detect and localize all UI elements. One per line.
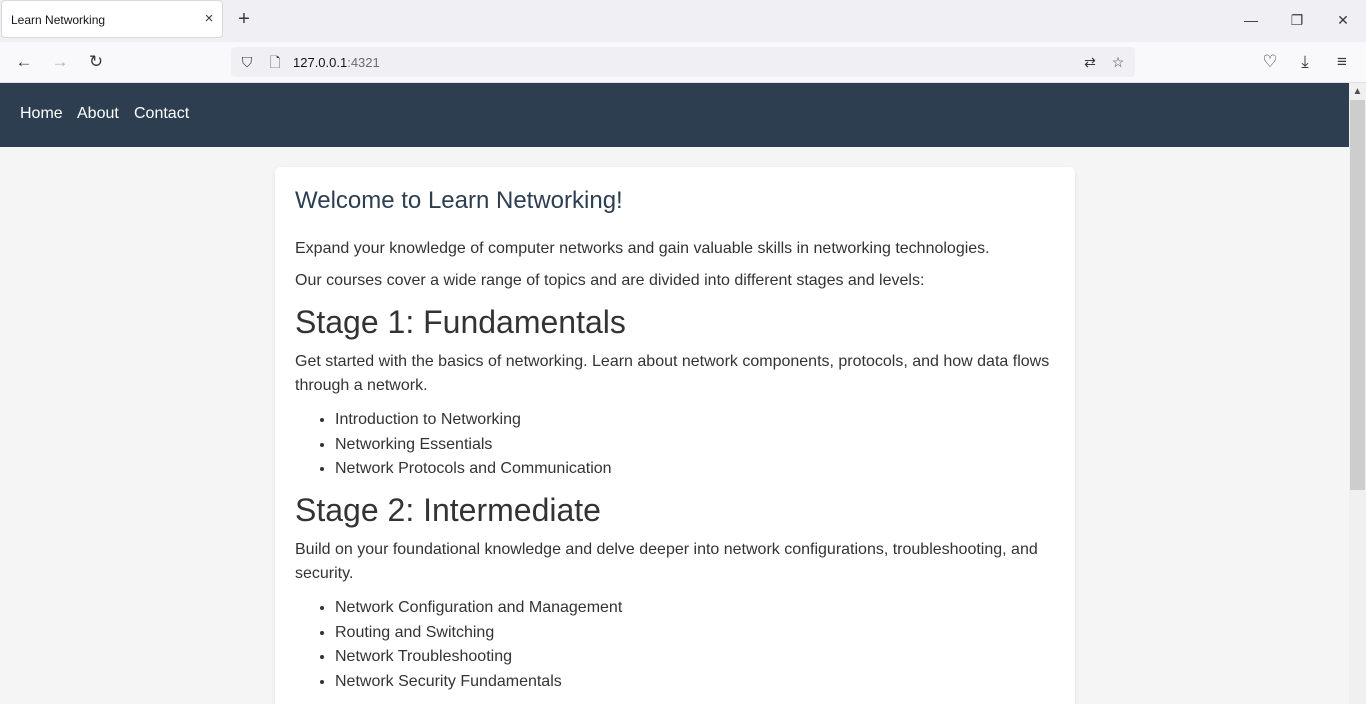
browser-toolbar: ← → ↻ ⛉ 🗋 127.0.0.1:4321 ⇄ ☆ ♡ ⤓ ≡ [0,42,1366,83]
list-item: Network Troubleshooting [335,645,622,670]
scrollbar-thumb[interactable] [1350,100,1365,490]
window-close-icon[interactable]: ✕ [1331,10,1355,30]
list-item: Routing and Switching [335,621,622,646]
url-port: :4321 [347,55,380,70]
stage-2-description: Build on your foundational knowledge and… [295,541,1038,582]
bookmark-star-icon[interactable]: ☆ [1108,52,1128,72]
reload-icon[interactable]: ↻ [84,51,108,73]
browser-tab-strip: Learn Networking × + — ❐ ✕ [0,0,1366,42]
page-scrollbar[interactable]: ▲ [1349,83,1366,704]
forward-icon[interactable]: → [48,51,72,73]
stage-1-course-list: Introduction to Networking Networking Es… [315,408,612,482]
url-bar[interactable]: ⛉ 🗋 127.0.0.1:4321 ⇄ ☆ [231,47,1135,77]
nav-link-home[interactable]: Home [20,105,63,123]
site-navigation: Home About Contact [0,83,1349,147]
pocket-icon[interactable]: ♡ [1258,51,1282,73]
translate-icon[interactable]: ⇄ [1080,52,1100,72]
page-heading: Welcome to Learn Networking! [295,187,623,214]
stage-2-heading: Stage 2: Intermediate [295,492,601,528]
tab-title: Learn Networking [11,13,106,27]
stage-2-course-list: Network Configuration and Management Rou… [315,596,622,694]
intro-paragraph-2: Our courses cover a wide range of topics… [295,272,925,289]
web-page: Home About Contact Welcome to Learn Netw… [0,83,1349,704]
close-tab-icon[interactable]: × [200,10,218,28]
page-info-icon[interactable]: 🗋 [265,52,285,72]
nav-link-contact[interactable]: Contact [134,105,189,123]
scroll-up-arrow-icon[interactable]: ▲ [1349,83,1366,100]
nav-link-about[interactable]: About [77,105,119,123]
new-tab-icon[interactable]: + [233,9,255,31]
list-item: Introduction to Networking [335,408,612,433]
list-item: Networking Essentials [335,433,612,458]
shield-icon[interactable]: ⛉ [237,52,257,72]
url-text[interactable]: 127.0.0.1:4321 [293,55,380,70]
list-item: Network Protocols and Communication [335,457,612,482]
intro-paragraph-1: Expand your knowledge of computer networ… [295,240,990,257]
url-host: 127.0.0.1 [293,55,348,70]
download-icon[interactable]: ⤓ [1293,51,1317,73]
restore-icon[interactable]: ❐ [1285,10,1309,30]
browser-tab[interactable]: Learn Networking × [1,0,223,38]
stage-1-heading: Stage 1: Fundamentals [295,304,626,340]
back-icon[interactable]: ← [12,51,36,73]
menu-icon[interactable]: ≡ [1330,51,1354,73]
content-card: Welcome to Learn Networking! Expand your… [275,167,1075,704]
minimize-icon[interactable]: — [1239,10,1263,30]
list-item: Network Configuration and Management [335,596,622,621]
stage-1-description: Get started with the basics of networkin… [295,353,1050,394]
list-item: Network Security Fundamentals [335,670,622,695]
